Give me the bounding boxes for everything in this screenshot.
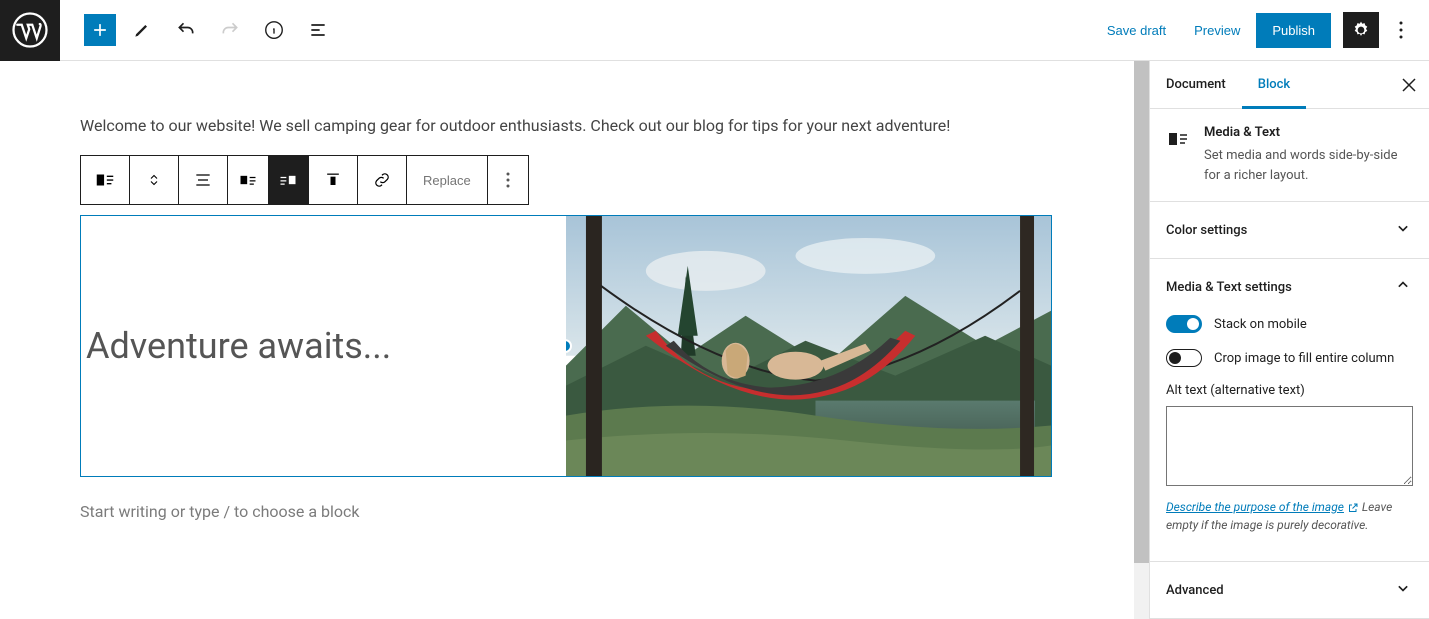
outline-icon	[308, 20, 328, 40]
toggle-label: Crop image to fill entire column	[1214, 351, 1394, 366]
block-type-button[interactable]	[81, 156, 129, 204]
wordpress-icon	[12, 12, 48, 48]
editor-scrollbar[interactable]	[1134, 61, 1149, 619]
panel-header-media-text[interactable]: Media & Text settings	[1150, 259, 1429, 315]
toggle-crop-image[interactable]	[1166, 349, 1202, 367]
undo-button[interactable]	[168, 12, 204, 48]
redo-button	[212, 12, 248, 48]
new-block-placeholder[interactable]: Start writing or type / to choose a bloc…	[80, 502, 1104, 521]
wordpress-logo[interactable]	[0, 0, 60, 61]
chevron-down-icon	[1393, 218, 1413, 242]
hammock-photo-placeholder	[566, 216, 1051, 476]
save-draft-button[interactable]: Save draft	[1095, 13, 1178, 48]
panel-header-advanced[interactable]: Advanced	[1150, 562, 1429, 618]
media-text-image[interactable]	[566, 216, 1051, 476]
add-block-button[interactable]	[84, 14, 116, 46]
close-icon	[1402, 78, 1416, 92]
setting-stack-on-mobile: Stack on mobile	[1166, 315, 1413, 333]
plus-icon	[90, 20, 110, 40]
editor-canvas[interactable]: Welcome to our website! We sell camping …	[0, 61, 1149, 619]
preview-button[interactable]: Preview	[1182, 13, 1252, 48]
topbar-left-tools	[60, 12, 336, 48]
media-left-icon	[238, 170, 258, 190]
topbar-right-actions: Save draft Preview Publish	[1095, 12, 1429, 48]
settings-sidebar: Document Block Media & Text Set media an…	[1149, 61, 1429, 619]
info-icon	[263, 19, 285, 41]
chevron-down-icon	[1393, 578, 1413, 602]
media-text-icon	[94, 169, 116, 191]
media-text-icon	[1166, 127, 1190, 151]
media-text-heading[interactable]: Adventure awaits...	[86, 325, 391, 367]
redo-icon	[220, 20, 240, 40]
alt-text-input[interactable]	[1166, 406, 1413, 486]
panel-body-media-text: Stack on mobile Crop image to fill entir…	[1150, 315, 1429, 550]
alt-text-label: Alt text (alternative text)	[1166, 383, 1413, 398]
media-text-content[interactable]: Adventure awaits...	[81, 216, 566, 476]
media-text-block-icon	[1166, 125, 1190, 185]
panel-title: Advanced	[1166, 583, 1224, 598]
intro-paragraph[interactable]: Welcome to our website! We sell camping …	[80, 116, 1104, 135]
toggle-label: Stack on mobile	[1214, 317, 1307, 332]
link-button[interactable]	[358, 156, 406, 204]
undo-icon	[176, 20, 196, 40]
external-link-icon	[1347, 502, 1359, 514]
block-more-button[interactable]	[488, 156, 528, 204]
panel-color-settings: Color settings	[1150, 201, 1429, 258]
pencil-icon	[132, 20, 152, 40]
move-handle[interactable]	[130, 156, 178, 204]
panel-title: Color settings	[1166, 223, 1247, 238]
block-toolbar: Replace	[80, 155, 529, 205]
scrollbar-thumb[interactable]	[1134, 61, 1149, 563]
main-layout: Welcome to our website! We sell camping …	[0, 61, 1429, 619]
edit-mode-button[interactable]	[124, 12, 160, 48]
link-icon	[372, 170, 392, 190]
tab-document[interactable]: Document	[1150, 61, 1242, 109]
tab-block[interactable]: Block	[1242, 61, 1306, 109]
block-title: Media & Text	[1204, 125, 1413, 140]
publish-button[interactable]: Publish	[1256, 13, 1331, 48]
media-text-block[interactable]: Adventure awaits...	[80, 215, 1052, 477]
replace-media-button[interactable]: Replace	[407, 156, 487, 204]
editor-topbar: Save draft Preview Publish	[0, 0, 1429, 61]
media-right-button[interactable]	[268, 156, 308, 204]
chevron-up-icon	[1393, 275, 1413, 299]
dots-vertical-icon	[506, 172, 510, 188]
panel-header-color[interactable]: Color settings	[1150, 202, 1429, 258]
alt-help-link[interactable]: Describe the purpose of the image	[1166, 500, 1344, 514]
sidebar-tabs: Document Block	[1150, 61, 1429, 109]
media-left-button[interactable]	[228, 156, 268, 204]
alt-help-text: Describe the purpose of the image Leave …	[1166, 498, 1413, 534]
settings-toggle-button[interactable]	[1343, 12, 1379, 48]
block-info-header: Media & Text Set media and words side-by…	[1150, 109, 1429, 201]
more-options-button[interactable]	[1383, 12, 1419, 48]
align-icon	[193, 170, 213, 190]
panel-advanced: Advanced	[1150, 561, 1429, 619]
valign-icon	[323, 170, 343, 190]
panel-media-text-settings: Media & Text settings Stack on mobile Cr…	[1150, 258, 1429, 550]
info-button[interactable]	[256, 12, 292, 48]
close-sidebar-button[interactable]	[1389, 61, 1429, 109]
align-button[interactable]	[179, 156, 227, 204]
outline-button[interactable]	[300, 12, 336, 48]
media-right-icon	[278, 170, 298, 190]
toggle-stack-mobile[interactable]	[1166, 315, 1202, 333]
drag-handle-icon	[145, 171, 163, 189]
gear-icon	[1351, 20, 1371, 40]
dots-vertical-icon	[1399, 21, 1403, 39]
panel-title: Media & Text settings	[1166, 280, 1292, 295]
block-description: Set media and words side-by-side for a r…	[1204, 146, 1413, 185]
vertical-align-button[interactable]	[309, 156, 357, 204]
setting-crop-image: Crop image to fill entire column	[1166, 349, 1413, 367]
